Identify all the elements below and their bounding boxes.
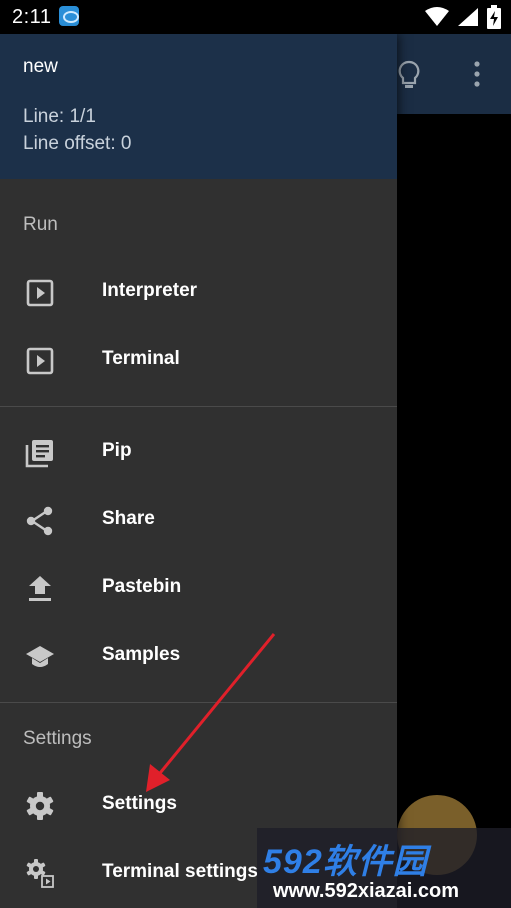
menu-item-share[interactable]: Share	[0, 488, 397, 552]
app-notification-icon	[59, 6, 79, 26]
section-title-run: Run	[23, 214, 58, 235]
status-time: 2:11	[12, 6, 52, 28]
gear-play-icon	[26, 859, 54, 888]
watermark: 592软件园 www.592xiazai.com	[257, 828, 511, 908]
menu-label-settings: Settings	[102, 793, 177, 814]
cellular-signal-icon	[458, 8, 478, 26]
school-icon	[26, 646, 54, 667]
upload-icon	[29, 576, 51, 601]
menu-item-pip[interactable]: Pip	[0, 420, 397, 484]
gear-icon	[26, 792, 54, 820]
menu-label-interpreter: Interpreter	[102, 280, 198, 301]
divider	[0, 702, 397, 703]
menu-item-pastebin[interactable]: Pastebin	[0, 556, 397, 620]
watermark-brand: 592软件园	[263, 843, 428, 881]
drawer-header: new Line: 1/1 Line offset: 0	[0, 34, 397, 179]
menu-item-terminal[interactable]: Terminal	[0, 328, 397, 392]
share-icon	[26, 506, 53, 536]
menu-item-samples[interactable]: Samples	[0, 624, 397, 688]
play-box-icon	[26, 347, 54, 375]
menu-label-pastebin: Pastebin	[102, 576, 182, 597]
menu-label-terminal-settings: Terminal settings	[102, 861, 258, 882]
menu-label-terminal: Terminal	[102, 348, 180, 369]
line-offset-info: Line offset: 0	[23, 133, 132, 154]
divider	[0, 406, 397, 407]
status-bar: 2:11	[0, 0, 511, 34]
line-info: Line: 1/1	[23, 106, 96, 127]
file-name: new	[23, 56, 58, 77]
library-books-icon	[25, 440, 53, 468]
play-box-icon	[26, 279, 54, 307]
navigation-drawer: new Line: 1/1 Line offset: 0 Run Interpr…	[0, 34, 397, 908]
menu-label-samples: Samples	[102, 644, 181, 665]
menu-label-pip: Pip	[102, 440, 132, 461]
section-title-settings: Settings	[23, 728, 92, 749]
watermark-url: www.592xiazai.com	[273, 880, 460, 902]
lightbulb-icon[interactable]	[397, 60, 421, 90]
menu-item-interpreter[interactable]: Interpreter	[0, 260, 397, 324]
battery-charging-icon	[487, 5, 501, 29]
wifi-icon	[425, 7, 449, 26]
more-vert-icon[interactable]	[471, 60, 483, 88]
status-icons	[425, 4, 501, 30]
menu-label-share: Share	[102, 508, 155, 529]
